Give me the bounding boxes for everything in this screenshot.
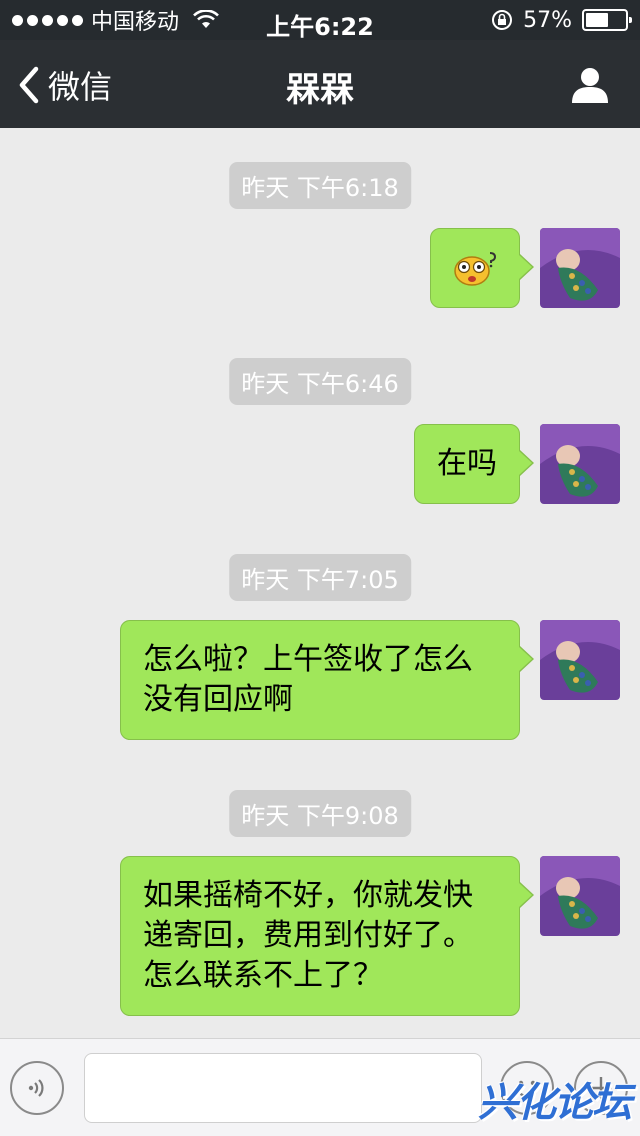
message-bubble[interactable]: 怎么啦？上午签收了怎么 没有回应啊 xyxy=(120,620,534,740)
baby-avatar-image xyxy=(540,424,620,504)
message-text-line: 递寄回，费用到付好了。 xyxy=(143,918,473,953)
message-timestamp: 昨天 下午6:18 xyxy=(229,162,411,209)
message-text-line: 怎么联系不上了？ xyxy=(143,958,383,993)
input-bar: 兴化论坛 xyxy=(0,1038,640,1136)
message-timestamp: 昨天 下午6:46 xyxy=(229,358,411,405)
message-bubble[interactable]: 如果摇椅不好，你就发快 递寄回，费用到付好了。 怎么联系不上了？ xyxy=(120,856,534,1016)
dizzy-face-emoji-icon xyxy=(454,252,497,286)
chevron-left-icon xyxy=(19,66,39,104)
back-button[interactable]: 微信 xyxy=(18,62,112,108)
message-bubble[interactable] xyxy=(430,228,534,308)
message-text-line: 怎么啦？上午签收了怎么 xyxy=(143,642,473,677)
message-text-line: 没有回应啊 xyxy=(143,682,293,717)
baby-avatar-image xyxy=(540,856,620,936)
message-text-line: 如果摇椅不好，你就发快 xyxy=(143,878,473,913)
chat-area[interactable]: 昨天 下午6:18 昨天 下午6:46 在吗 昨天 下午7:05 怎么啦？上午签… xyxy=(0,128,640,1038)
baby-avatar-image xyxy=(540,228,620,308)
message-timestamp: 昨天 下午7:05 xyxy=(229,554,411,601)
avatar[interactable] xyxy=(540,856,620,936)
status-bar: 中国移动 上午6:22 57% xyxy=(0,0,640,41)
voice-icon xyxy=(28,1079,44,1097)
baby-avatar-image xyxy=(540,620,620,700)
battery-icon xyxy=(582,9,632,31)
avatar[interactable] xyxy=(540,424,620,504)
back-label: 微信 xyxy=(48,68,113,106)
message-bubble[interactable]: 在吗 xyxy=(414,424,534,504)
forum-watermark: 兴化论坛 xyxy=(478,1080,632,1126)
message-timestamp: 昨天 下午9:08 xyxy=(229,790,411,837)
avatar[interactable] xyxy=(540,228,620,308)
nav-bar: 微信 槑槑 xyxy=(0,40,640,128)
voice-button[interactable] xyxy=(10,1061,64,1115)
avatar[interactable] xyxy=(540,620,620,700)
message-text: 在吗 xyxy=(437,446,497,481)
clock: 上午6:22 xyxy=(266,13,374,41)
message-input[interactable] xyxy=(84,1053,482,1123)
person-icon[interactable] xyxy=(570,66,610,104)
